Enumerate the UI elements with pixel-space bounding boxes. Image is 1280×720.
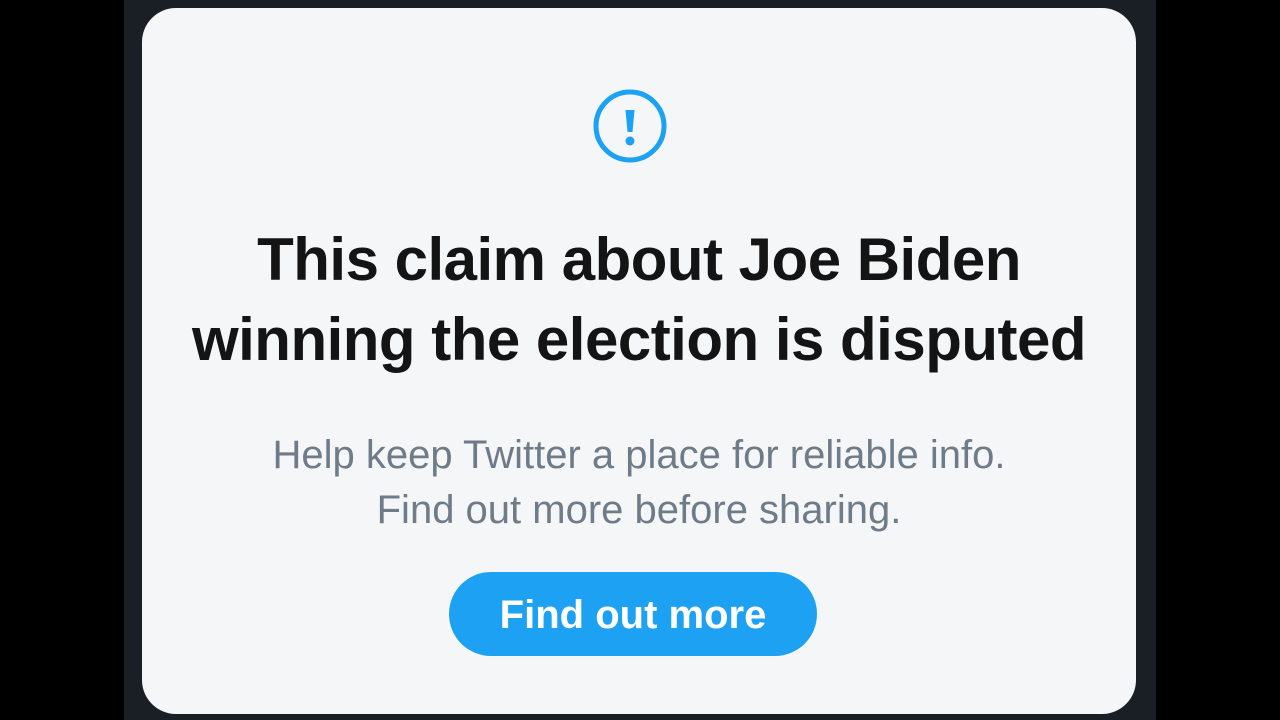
subtext-line-2: Find out more before sharing. [376,488,902,532]
claim-headline: This claim about Joe Biden winning the e… [142,220,1136,380]
headline-line-1: This claim about Joe Biden [257,226,1021,293]
find-out-more-button[interactable]: Find out more [449,572,817,656]
disputed-claim-card: This claim about Joe Biden winning the e… [142,8,1136,714]
headline-line-2: winning the election is disputed [191,306,1087,373]
exclamation-circle-icon [593,89,667,163]
subtext-line-1: Help keep Twitter a place for reliable i… [272,433,1006,477]
info-subtext: Help keep Twitter a place for reliable i… [142,428,1136,538]
